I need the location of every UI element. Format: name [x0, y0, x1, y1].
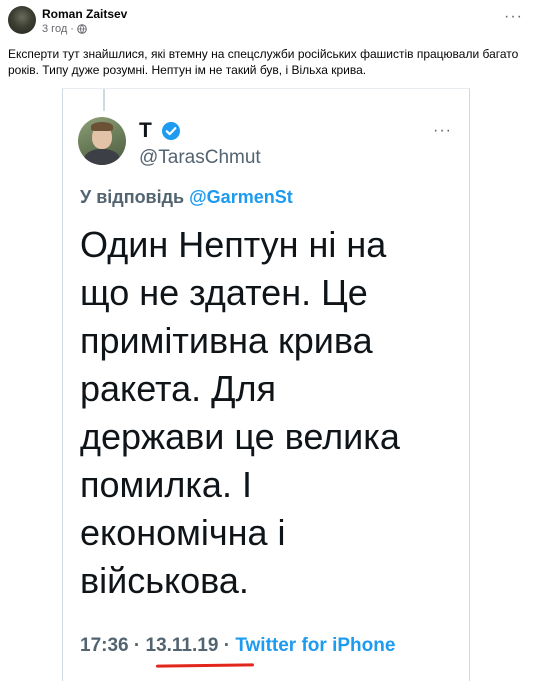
tweet-author-name: T	[139, 119, 152, 142]
tweet-avatar	[78, 117, 126, 165]
tweet-line: економічна і	[80, 512, 286, 553]
tweet-line: примітивна крива	[80, 320, 373, 361]
reply-prefix: У відповідь	[80, 187, 190, 207]
thread-connector-line	[103, 89, 105, 111]
post-meta: 3 год ·	[42, 23, 87, 35]
tweet-time: 17:36	[80, 635, 129, 656]
tweet-line: ракета. Для	[80, 368, 277, 409]
tweet-line: держави це велика	[80, 416, 400, 457]
globe-icon	[77, 24, 87, 34]
tweet-footer: 17:36 · 13.11.19 · Twitter for iPhone	[80, 635, 395, 657]
tweet-handle: @TarasChmut	[139, 147, 261, 168]
footer-separator: ·	[128, 635, 146, 656]
tweet-more-icon: ···	[433, 122, 452, 139]
tweet-date: 13.11.19	[145, 635, 219, 656]
tweet-line: помилка. І	[80, 464, 252, 505]
author-avatar[interactable]	[8, 6, 36, 34]
reply-mention: @GarmenSt	[189, 187, 293, 207]
tweet-source: Twitter for iPhone	[235, 635, 396, 656]
reply-context: У відповідь @GarmenSt	[80, 187, 293, 208]
tweet-line: що не здатен. Це	[80, 272, 368, 313]
tweet-line: військова.	[80, 560, 249, 601]
meta-separator: ·	[70, 23, 74, 35]
tweet-body: Один Нептун ні на що не здатен. Це примі…	[80, 221, 460, 605]
post-options-button[interactable]: ···	[504, 8, 523, 26]
post-author-name[interactable]: Roman Zaitsev	[42, 7, 127, 21]
date-underline-annotation	[155, 663, 255, 668]
tweet-line: Один Нептун ні на	[80, 224, 387, 265]
post-time[interactable]: 3 год	[42, 23, 67, 35]
footer-separator: ·	[218, 635, 236, 656]
post-text: Експерти тут знайшлися, які втемну на сп…	[8, 47, 519, 77]
tweet-screenshot: T @TarasChmut ··· У відповідь @GarmenSt …	[62, 88, 470, 681]
verified-badge-icon	[162, 122, 180, 140]
